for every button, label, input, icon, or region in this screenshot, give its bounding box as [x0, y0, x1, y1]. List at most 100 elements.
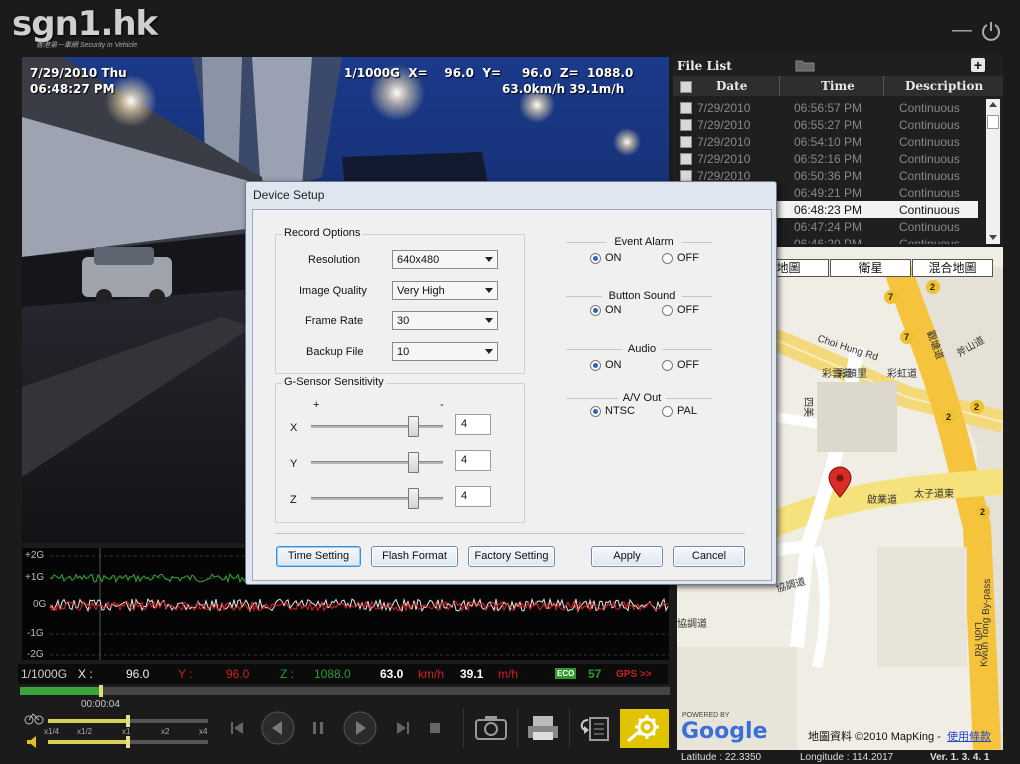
google-logo: Google: [681, 719, 768, 744]
audio-title: Audio: [627, 343, 657, 355]
col-description[interactable]: Description: [905, 79, 983, 93]
audio-on-label: ON: [605, 359, 622, 371]
forward-button[interactable]: [342, 710, 378, 751]
volume-slider-thumb[interactable]: [126, 736, 130, 748]
gear-icon: [627, 715, 659, 743]
backup-file-select[interactable]: 10: [392, 342, 498, 361]
street-label: 協調道: [677, 617, 707, 630]
sensitivity-plus: +: [313, 399, 320, 411]
row-checkbox[interactable]: [680, 119, 692, 131]
power-icon[interactable]: [980, 20, 1002, 42]
flash-format-button[interactable]: Flash Format: [371, 546, 458, 567]
minimize-icon[interactable]: —: [952, 20, 972, 40]
row-desc: Continuous: [899, 203, 960, 217]
resolution-label: Resolution: [308, 254, 360, 266]
graph-label-minus2: -2G: [27, 649, 44, 660]
resolution-value: 640x480: [397, 254, 440, 266]
file-list-scrollbar[interactable]: [986, 99, 1000, 244]
gsensor-z-thumb[interactable]: [408, 488, 419, 509]
rewind-button[interactable]: [260, 710, 296, 751]
scrollbar-thumb[interactable]: [987, 115, 999, 129]
dialog-title: Device Setup: [253, 188, 325, 202]
street-label: 彩虹道: [887, 367, 917, 380]
cancel-button[interactable]: Cancel: [673, 546, 745, 567]
scroll-down-icon[interactable]: [989, 235, 997, 240]
street-label: Lion Rd: [972, 622, 983, 656]
col-date[interactable]: Date: [716, 79, 747, 93]
audio-off-label: OFF: [677, 359, 699, 371]
terms-link[interactable]: 使用條款: [947, 728, 991, 744]
select-all-checkbox[interactable]: [680, 81, 692, 93]
add-file-icon[interactable]: +: [971, 58, 985, 72]
col-time[interactable]: Time: [821, 79, 855, 93]
chevron-down-icon: [485, 349, 493, 354]
video-date: 7/29/2010 Thu: [30, 66, 127, 80]
button-sound-on-label: ON: [605, 304, 622, 316]
event-alarm-on-radio[interactable]: [590, 253, 601, 264]
audio-on-radio[interactable]: [590, 360, 601, 371]
stop-icon[interactable]: [428, 721, 442, 740]
apply-button[interactable]: Apply: [591, 546, 663, 567]
factory-setting-button[interactable]: Factory Setting: [468, 546, 555, 567]
time-setting-button[interactable]: Time Setting: [276, 546, 361, 567]
gsensor-x-slider[interactable]: [311, 425, 443, 428]
button-sound-on-radio[interactable]: [590, 305, 601, 316]
file-list-row[interactable]: 7/29/2010 06:55:27 PM Continuous: [673, 116, 978, 133]
file-list-row[interactable]: 7/29/2010 06:56:57 PM Continuous: [673, 99, 978, 116]
gsensor-x-thumb[interactable]: [408, 416, 419, 437]
readout-gs: 1/1000G: [21, 667, 68, 681]
divider: [566, 296, 602, 297]
gsensor-z-slider[interactable]: [311, 497, 443, 500]
button-sound-off-radio[interactable]: [662, 305, 673, 316]
frame-rate-select[interactable]: 30: [392, 311, 498, 330]
gsensor-y-slider[interactable]: [311, 461, 443, 464]
map-tab-hybrid[interactable]: 混合地圖: [912, 259, 993, 277]
graph-label-plus1: +1G: [25, 572, 45, 583]
settings-button[interactable]: [620, 709, 669, 748]
row-checkbox[interactable]: [680, 153, 692, 165]
row-time: 06:52:16 PM: [794, 152, 863, 166]
volume-slider[interactable]: [48, 736, 208, 748]
map-tab-satellite[interactable]: 衛星: [830, 259, 911, 277]
av-out-pal-radio[interactable]: [662, 406, 673, 417]
speed-slider[interactable]: [48, 715, 208, 727]
speed-mark: x1: [122, 727, 131, 736]
gsensor-y-thumb[interactable]: [408, 452, 419, 473]
svg-text:2: 2: [974, 402, 979, 412]
street-label: 啟業道: [867, 493, 897, 506]
skip-back-icon[interactable]: [228, 718, 246, 743]
audio-off-radio[interactable]: [662, 360, 673, 371]
speed-slider-thumb[interactable]: [126, 715, 130, 727]
eco-value: 57: [588, 667, 602, 681]
gsensor-title: G-Sensor Sensitivity: [282, 376, 386, 388]
row-checkbox[interactable]: [680, 102, 692, 114]
image-quality-select[interactable]: Very High: [392, 281, 498, 300]
print-icon[interactable]: [525, 712, 561, 747]
logo-subtitle: 香港第一車網 Security in Vehicle: [36, 42, 138, 49]
row-time: 06:48:23 PM: [794, 203, 863, 217]
timeline-thumb[interactable]: [99, 685, 104, 697]
export-icon[interactable]: [576, 712, 612, 747]
pause-icon[interactable]: [310, 718, 326, 743]
event-alarm-off-radio[interactable]: [662, 253, 673, 264]
scroll-up-icon[interactable]: [989, 102, 997, 107]
gsensor-x-input[interactable]: 4: [455, 414, 491, 435]
row-date: 7/29/2010: [697, 118, 751, 132]
readout-kmh-value: 63.0: [380, 667, 404, 681]
row-time: 06:49:21 PM: [794, 186, 863, 200]
gsensor-y-input[interactable]: 4: [455, 450, 491, 471]
backup-file-label: Backup File: [306, 346, 364, 358]
volume-icon: [26, 735, 42, 754]
file-list-row[interactable]: 7/29/2010 06:52:16 PM Continuous: [673, 150, 978, 167]
file-list-row[interactable]: 7/29/2010 06:54:10 PM Continuous: [673, 133, 978, 150]
folder-icon[interactable]: [795, 59, 815, 77]
row-date: 7/29/2010: [697, 135, 751, 149]
camera-icon[interactable]: [473, 712, 509, 747]
playback-timeline[interactable]: [20, 685, 670, 697]
graph-label-zero: 0G: [33, 599, 47, 610]
row-checkbox[interactable]: [680, 136, 692, 148]
av-out-ntsc-radio[interactable]: [590, 406, 601, 417]
skip-forward-icon[interactable]: [394, 718, 412, 743]
gsensor-z-input[interactable]: 4: [455, 486, 491, 507]
resolution-select[interactable]: 640x480: [392, 250, 498, 269]
